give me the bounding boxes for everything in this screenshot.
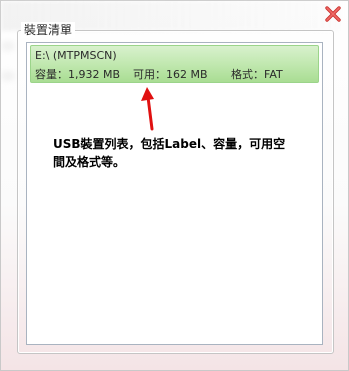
device-list-window: 裝置清單 E:\ (MTPMSCN) 容量：1,932 MB 可用：162 MB 格… (0, 0, 349, 371)
red-arrow-icon (141, 87, 154, 131)
device-capacity: 容量：1,932 MB (35, 68, 121, 81)
list-item-device[interactable]: E:\ (MTPMSCN) 容量：1,932 MB 可用：162 MB 格式：FAT (30, 45, 319, 83)
close-button[interactable] (322, 3, 344, 25)
device-format: 格式：FAT (231, 68, 283, 81)
device-free-space: 可用：162 MB (133, 68, 208, 81)
annotation-text: USB裝置列表，包括Label、容量，可用空 間及格式等。 (53, 135, 303, 171)
annotation-line: USB裝置列表，包括Label、容量，可用空 (53, 137, 286, 151)
device-listbox[interactable]: E:\ (MTPMSCN) 容量：1,932 MB 可用：162 MB 格式：FAT (26, 42, 323, 345)
groupbox-title: 裝置清單 (21, 22, 76, 38)
device-name: E:\ (MTPMSCN) (35, 49, 117, 62)
device-details: 容量：1,932 MB 可用：162 MB 格式：FAT (35, 66, 283, 82)
annotation-line: 間及格式等。 (53, 155, 126, 169)
close-x-icon (325, 6, 341, 22)
background-blur (1, 71, 15, 81)
background-blur (1, 41, 15, 51)
